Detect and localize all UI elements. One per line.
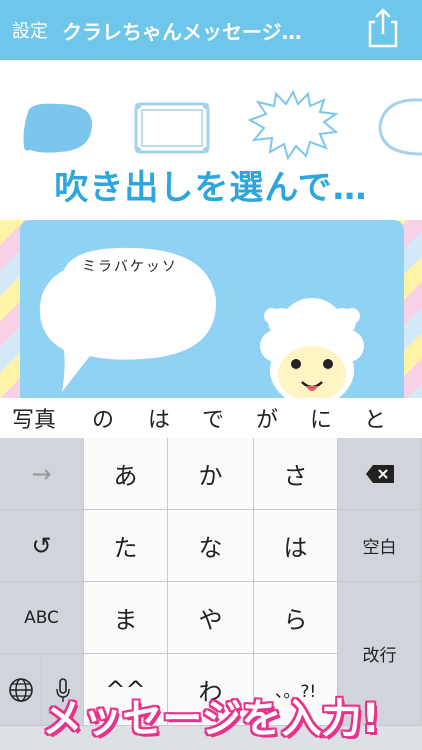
key-ha[interactable]: は <box>254 510 338 582</box>
message-card[interactable]: ミラバケッソ <box>20 220 404 398</box>
suggestion-5[interactable]: に <box>310 402 332 434</box>
settings-button[interactable]: 設定 <box>12 17 48 43</box>
delete-key[interactable] <box>338 438 422 510</box>
abc-key[interactable]: ABC <box>0 582 84 654</box>
key-ra[interactable]: ら <box>254 582 338 654</box>
backspace-icon <box>365 464 394 483</box>
framed-rect-bubble-option[interactable] <box>132 100 212 156</box>
outlined-bubble-option[interactable] <box>376 96 422 158</box>
spiky-bubble-option[interactable] <box>248 90 338 160</box>
key-sa[interactable]: さ <box>254 438 338 510</box>
key-ka[interactable]: か <box>168 438 254 510</box>
key-ya[interactable]: や <box>168 582 254 654</box>
blue-oval-bubble-option[interactable] <box>20 100 96 160</box>
bubble-picker: 吹き出しを選んで… <box>0 60 422 220</box>
suggestion-3[interactable]: で <box>202 402 224 434</box>
page-title: クラレちゃんメッセージ… <box>62 19 302 44</box>
undo-key[interactable]: ↺ <box>0 510 84 582</box>
key-na[interactable]: な <box>168 510 254 582</box>
message-preview: ミラバケッソ <box>0 220 422 398</box>
key-ma[interactable]: ま <box>84 582 168 654</box>
share-icon[interactable] <box>366 8 400 48</box>
speech-text: ミラバケッソ <box>82 259 178 275</box>
suggestion-1[interactable]: の <box>92 402 114 434</box>
space-key[interactable]: 空白 <box>338 510 422 582</box>
suggestion-2[interactable]: は <box>148 402 170 434</box>
key-ta[interactable]: た <box>84 510 168 582</box>
alpaca-character <box>260 298 364 398</box>
cursor-forward-key[interactable]: → <box>0 438 84 510</box>
suggestion-6[interactable]: と <box>364 402 386 434</box>
predictive-bar: 写真 の は で が に と <box>0 398 422 438</box>
suggestion-0[interactable]: 写真 <box>12 402 56 434</box>
instruction-text: 吹き出しを選んで… <box>54 168 368 208</box>
promo-banner: メッセージを入力! <box>42 696 380 742</box>
key-a[interactable]: あ <box>84 438 168 510</box>
suggestion-4[interactable]: が <box>256 402 278 434</box>
app-header: 設定 クラレちゃんメッセージ… <box>0 0 422 60</box>
